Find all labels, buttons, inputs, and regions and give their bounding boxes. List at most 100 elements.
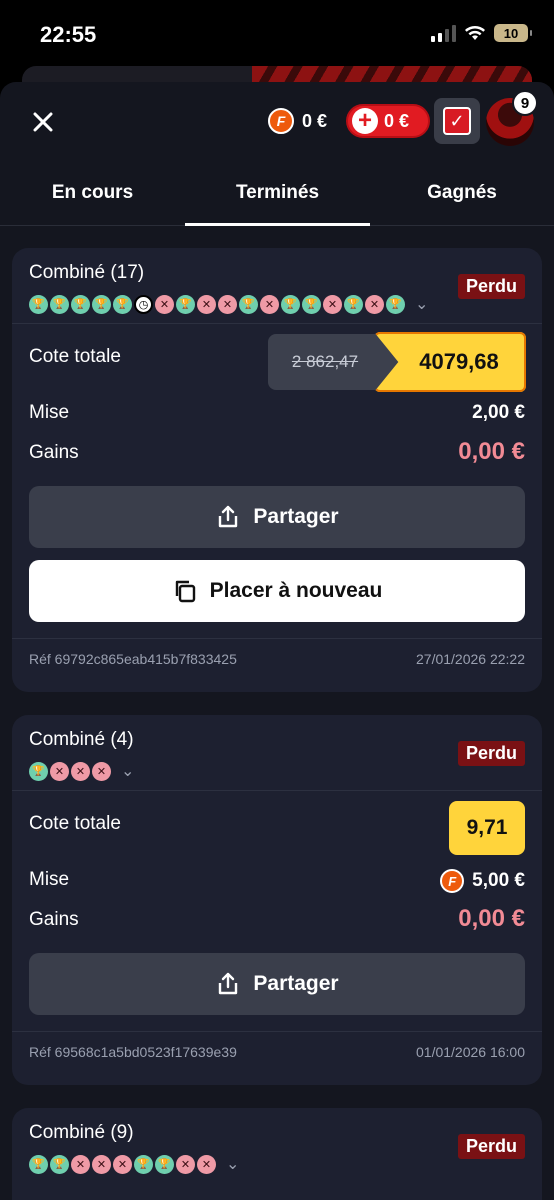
bet-date: 27/01/2026 22:22	[416, 651, 525, 667]
cross-icon: ✕	[176, 1154, 195, 1174]
share-button[interactable]: Partager	[29, 486, 525, 548]
gains-label: Gains	[29, 909, 79, 930]
tab-gagnes[interactable]: Gagnés	[370, 182, 554, 204]
trophy-icon: 🏆	[29, 761, 48, 781]
cross-icon: ✕	[92, 761, 111, 781]
status-icons: 10	[431, 24, 532, 42]
plus-icon: +	[352, 108, 378, 134]
share-icon	[219, 505, 238, 528]
copy-icon	[175, 580, 195, 603]
gains-value: 0,00 €	[458, 438, 525, 465]
old-odds-value: 2 862,47	[268, 334, 398, 390]
trophy-icon: 🏆	[29, 1154, 48, 1174]
bet-card: Combiné (9) 🏆 🏆 ✕ ✕ ✕ 🏆 🏆 ✕ ✕ ⌄ Perdu	[12, 1108, 542, 1200]
wifi-icon	[465, 26, 485, 40]
trophy-icon: 🏆	[71, 294, 90, 314]
sheet-header: F 0 € + 0 € ✓ 9	[0, 82, 554, 162]
bet-title: Combiné (9)	[29, 1122, 134, 1143]
bet-card: Combiné (4) 🏆 ✕ ✕ ✕ ⌄ Perdu Cote totale 9,71…	[12, 715, 542, 1085]
trophy-icon: 🏆	[155, 1154, 174, 1174]
notification-badge: 9	[512, 90, 538, 116]
bet-card-header[interactable]: Combiné (9) 🏆 🏆 ✕ ✕ ✕ 🏆 🏆 ✕ ✕ ⌄ Perdu	[12, 1108, 542, 1184]
tab-en-cours[interactable]: En cours	[0, 182, 185, 204]
chevron-down-icon[interactable]: ⌄	[121, 761, 134, 781]
cross-icon: ✕	[113, 1154, 132, 1174]
trophy-icon: 🏆	[50, 294, 69, 314]
trophy-icon: 🏆	[134, 1154, 153, 1174]
total-odds-row: Cote totale 9,71	[12, 791, 542, 861]
checkmark-icon: ✓	[443, 107, 471, 135]
bet-reference: Réf 69792c865eab415b7f833425	[29, 651, 237, 667]
cellular-signal-icon	[431, 24, 456, 42]
trophy-icon: 🏆	[29, 294, 48, 314]
clock-icon: ◷	[134, 294, 153, 314]
stake-row: Mise F 5,00 €	[12, 861, 542, 901]
cross-icon: ✕	[365, 294, 384, 314]
freebet-coin-icon: F	[268, 108, 294, 134]
stake-label: Mise	[29, 402, 70, 423]
freebet-coin-icon: F	[440, 869, 465, 893]
bet-card-header[interactable]: Combiné (4) 🏆 ✕ ✕ ✕ ⌄ Perdu	[12, 715, 542, 791]
bet-card: Combiné (17) 🏆 🏆 🏆 🏆 🏆 ◷ ✕ 🏆 ✕ ✕ 🏆 ✕ 🏆 🏆 ✕ 🏆 ✕ 🏆 ⌄ Perdu C…	[12, 248, 542, 692]
active-tab-indicator	[185, 223, 370, 226]
cross-icon: ✕	[92, 1154, 111, 1174]
status-bar: 22:55 10	[0, 0, 554, 70]
battery-icon: 10	[494, 24, 532, 42]
coin-balance[interactable]: F 0 €	[268, 108, 327, 134]
gains-row: Gains 0,00 €	[12, 434, 542, 474]
tab-termines[interactable]: Terminés	[185, 182, 370, 204]
bet-reference: Réf 69568c1a5bd0523f17639e39	[29, 1044, 237, 1060]
close-button[interactable]	[32, 108, 60, 136]
share-icon	[219, 972, 238, 995]
bet-legs: 🏆 🏆 🏆 🏆 🏆 ◷ ✕ 🏆 ✕ ✕ 🏆 ✕ 🏆 🏆 ✕ 🏆 ✕ 🏆 ⌄	[29, 294, 428, 314]
share-label: Partager	[253, 972, 339, 995]
cross-icon: ✕	[197, 294, 216, 314]
bet-title: Combiné (17)	[29, 262, 145, 283]
cross-icon: ✕	[155, 294, 174, 314]
bet-reference-row: Réf 69792c865eab415b7f833425 27/01/2026 …	[12, 638, 542, 678]
my-bets-button[interactable]: ✓	[434, 98, 480, 144]
chevron-down-icon[interactable]: ⌄	[415, 294, 428, 314]
trophy-icon: 🏆	[386, 294, 405, 314]
stake-value-group: F 5,00 €	[440, 869, 525, 893]
trophy-icon: 🏆	[239, 294, 258, 314]
place-again-label: Placer à nouveau	[209, 579, 383, 602]
total-odds-row: Cote totale 2 862,47 4079,68	[12, 324, 542, 394]
coin-balance-value: 0 €	[302, 110, 328, 131]
stake-value: 2,00 €	[472, 402, 525, 423]
cross-icon: ✕	[71, 1154, 90, 1174]
stake-label: Mise	[29, 869, 70, 890]
share-label: Partager	[253, 505, 339, 528]
bet-legs: 🏆 🏆 ✕ ✕ ✕ 🏆 🏆 ✕ ✕ ⌄	[29, 1154, 239, 1174]
deposit-button[interactable]: + 0 €	[346, 104, 430, 138]
total-odds-label: Cote totale	[29, 346, 121, 367]
chevron-down-icon[interactable]: ⌄	[226, 1154, 239, 1174]
share-button[interactable]: Partager	[29, 953, 525, 1015]
status-badge: Perdu	[457, 274, 525, 299]
cross-icon: ✕	[50, 761, 69, 781]
trophy-icon: 🏆	[176, 294, 195, 314]
bet-legs: 🏆 ✕ ✕ ✕ ⌄	[29, 761, 134, 781]
avatar[interactable]: 9	[486, 90, 538, 146]
bet-card-header[interactable]: Combiné (17) 🏆 🏆 🏆 🏆 🏆 ◷ ✕ 🏆 ✕ ✕ 🏆 ✕ 🏆 🏆 ✕ 🏆 ✕ 🏆 ⌄ Perdu	[12, 248, 542, 324]
stake-value: 5,00 €	[472, 870, 525, 891]
bet-reference-row: Réf 69568c1a5bd0523f17639e39 01/01/2026 …	[12, 1031, 542, 1071]
close-icon	[33, 112, 53, 132]
gains-row: Gains 0,00 €	[12, 901, 542, 941]
bet-date: 01/01/2026 16:00	[416, 1044, 525, 1060]
cross-icon: ✕	[323, 294, 342, 314]
trophy-icon: 🏆	[344, 294, 363, 314]
bet-tabs: En cours Terminés Gagnés	[0, 168, 554, 226]
status-badge: Perdu	[457, 741, 525, 766]
status-badge: Perdu	[457, 1134, 525, 1159]
cross-icon: ✕	[71, 761, 90, 781]
cross-icon: ✕	[197, 1154, 216, 1174]
total-odds-label: Cote totale	[29, 813, 121, 834]
status-time: 22:55	[40, 22, 97, 47]
deposit-balance-value: 0 €	[384, 110, 410, 131]
cross-icon: ✕	[218, 294, 237, 314]
total-odds-value: 9,71	[449, 801, 525, 855]
place-again-button[interactable]: Placer à nouveau	[29, 560, 525, 622]
gains-value: 0,00 €	[458, 905, 525, 932]
trophy-icon: 🏆	[113, 294, 132, 314]
